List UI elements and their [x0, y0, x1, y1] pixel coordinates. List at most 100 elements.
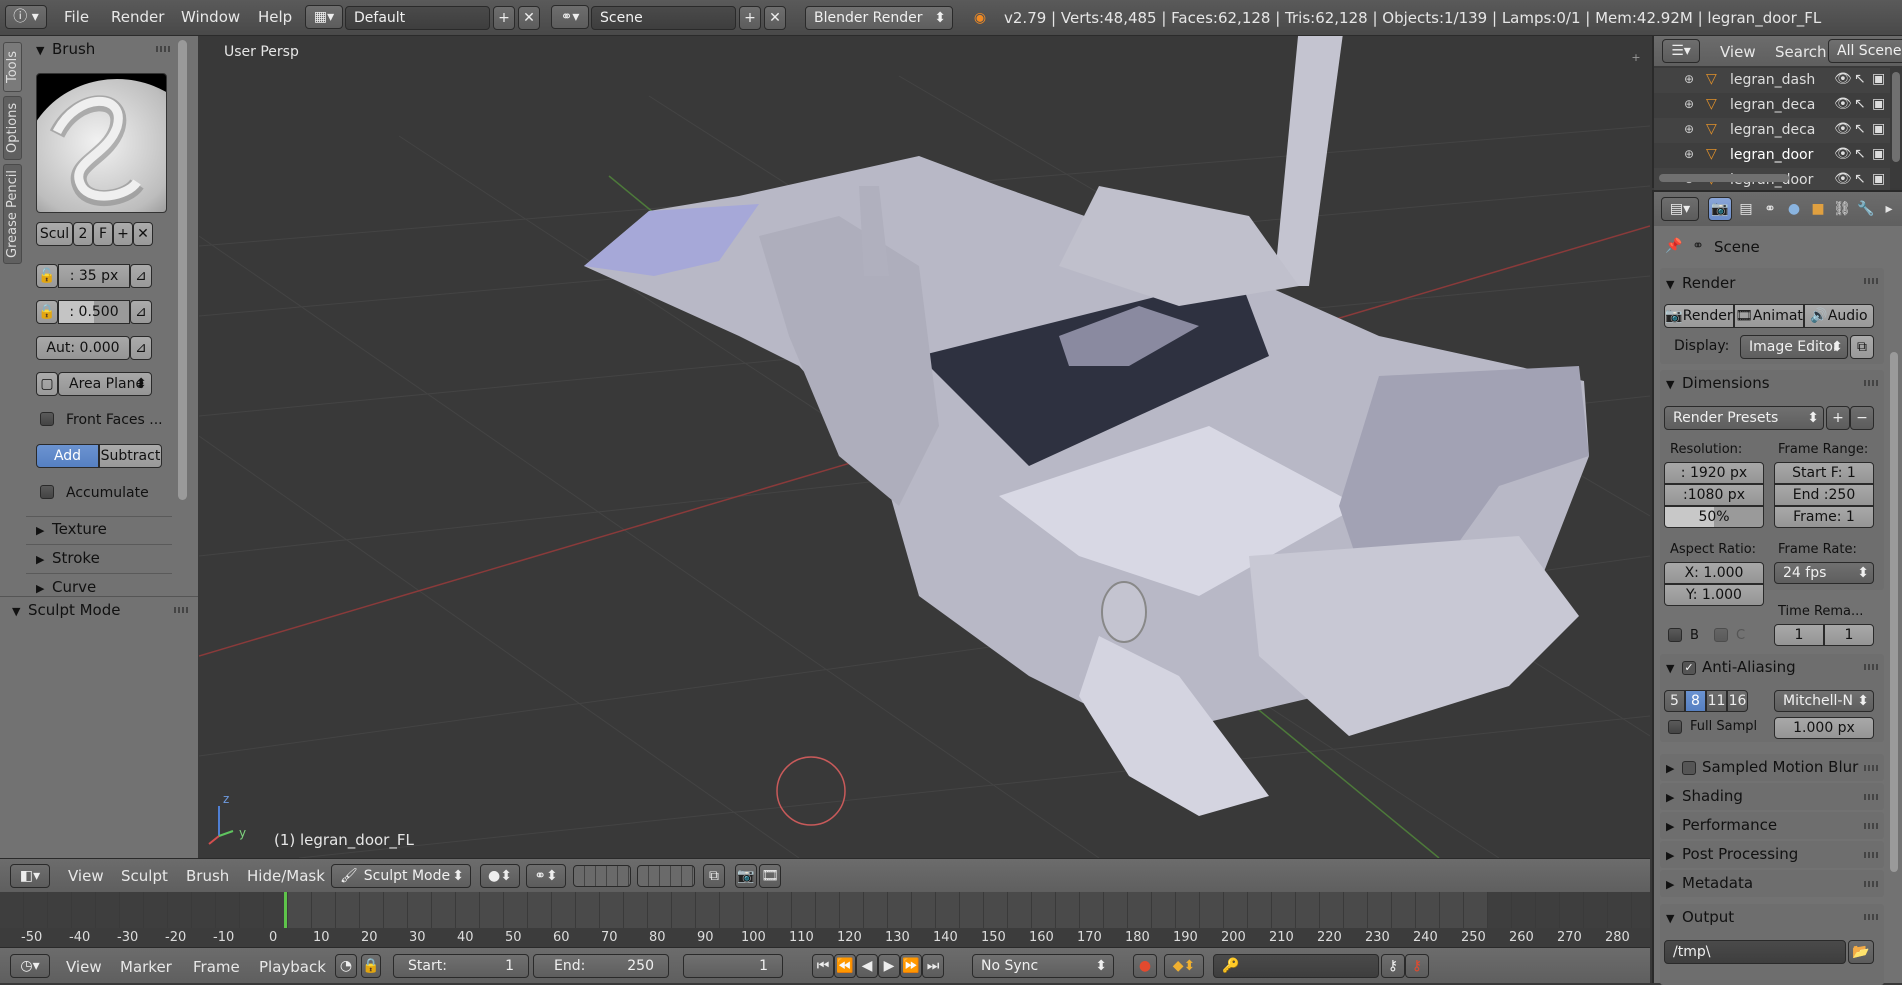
frame-rate-select[interactable]: 24 fps ⬍: [1774, 562, 1874, 584]
layers-grid-b[interactable]: [637, 865, 695, 887]
visibility-eye-icon[interactable]: 👁: [1834, 121, 1852, 137]
end-frame-prop-field[interactable]: End :250: [1774, 484, 1874, 506]
frame-step-field[interactable]: Frame: 1: [1774, 506, 1874, 528]
shading-select[interactable]: ●⬍: [480, 864, 520, 888]
add-preset-button[interactable]: +: [1826, 406, 1850, 430]
visibility-eye-icon[interactable]: 👁: [1834, 71, 1852, 87]
menu-marker[interactable]: Marker: [120, 958, 172, 976]
3d-viewport[interactable]: User Persp (1) legran_door_FL z y +: [199, 36, 1650, 858]
scene-field[interactable]: Scene: [591, 6, 736, 30]
world-icon[interactable]: ●: [1782, 197, 1806, 221]
lock-frame-icon[interactable]: 🔒: [361, 954, 381, 978]
collapsed-panel-header[interactable]: ▶ Shading: [1660, 783, 1884, 810]
opengl-anim-icon[interactable]: 🎞: [759, 864, 781, 888]
subtract-direction-button[interactable]: Subtract: [99, 444, 162, 468]
selectable-cursor-icon[interactable]: ↖: [1854, 96, 1866, 112]
menu-timeline-view[interactable]: View: [66, 958, 102, 976]
sculpt-plane-icon[interactable]: ▢: [36, 372, 58, 396]
tab-grease-pencil[interactable]: Grease Pencil: [3, 164, 22, 264]
outliner-hscroll[interactable]: [1659, 174, 1789, 182]
opengl-render-icon[interactable]: 📷: [735, 864, 757, 888]
screen-layout-icon[interactable]: ▦▾: [305, 5, 343, 29]
render-context-icon[interactable]: 📷: [1708, 197, 1732, 221]
resolution-percent-slider[interactable]: 50%: [1664, 506, 1764, 528]
render-layers-icon[interactable]: ▤: [1734, 197, 1758, 221]
jump-keyframe-forward-icon[interactable]: ⏩: [900, 954, 922, 978]
remap-old-field[interactable]: 1: [1774, 624, 1824, 646]
add-scene-button[interactable]: +: [739, 6, 761, 30]
aspect-y-field[interactable]: Y: 1.000: [1664, 584, 1764, 606]
aa-samples-16[interactable]: 16: [1727, 690, 1748, 712]
add-layout-button[interactable]: +: [493, 6, 515, 30]
remap-new-field[interactable]: 1: [1824, 624, 1874, 646]
texture-panel-header[interactable]: ▶ Texture: [36, 516, 107, 542]
renderable-camera-icon[interactable]: ▣: [1872, 171, 1885, 187]
render-panel-header[interactable]: ▼ Render: [1666, 270, 1735, 296]
menu-outliner-view[interactable]: View: [1720, 43, 1756, 61]
screen-layout-field[interactable]: Default: [345, 6, 490, 30]
filter-size-field[interactable]: 1.000 px: [1774, 717, 1874, 739]
scene-icon[interactable]: ⚭▾: [551, 5, 589, 29]
keying-set-field[interactable]: 🔑: [1213, 954, 1379, 978]
sculpt-plane-select[interactable]: Area Plane ⬍: [58, 372, 152, 396]
collapsed-panel-header[interactable]: ▶ Post Processing: [1660, 841, 1884, 868]
delete-layout-button[interactable]: ✕: [518, 6, 540, 30]
outliner-row[interactable]: ⊕ ▽ legran_deca 👁 ↖ ▣: [1654, 93, 1890, 118]
anti-aliasing-panel-header[interactable]: ▼ ✓ Anti-Aliasing: [1666, 654, 1796, 680]
new-brush-button[interactable]: +: [113, 222, 133, 246]
renderable-camera-icon[interactable]: ▣: [1872, 96, 1885, 112]
timeline-area[interactable]: [0, 892, 1650, 947]
front-faces-checkbox[interactable]: [40, 412, 54, 426]
menu-sculpt[interactable]: Sculpt: [121, 867, 168, 885]
output-path-field[interactable]: /tmp\: [1664, 940, 1846, 964]
menu-outliner-search[interactable]: Search: [1775, 43, 1827, 61]
renderable-camera-icon[interactable]: ▣: [1872, 121, 1885, 137]
menu-brush[interactable]: Brush: [186, 867, 229, 885]
current-frame-line[interactable]: [284, 892, 287, 928]
strength-pressure-icon[interactable]: ⊿: [130, 300, 152, 324]
selectable-cursor-icon[interactable]: ↖: [1854, 146, 1866, 162]
render-engine-select[interactable]: Blender Render ⬍: [805, 6, 953, 30]
collapsed-panel-header[interactable]: ▶ Performance: [1660, 812, 1884, 839]
start-frame-prop-field[interactable]: Start F: 1: [1774, 462, 1874, 484]
aspect-x-field[interactable]: X: 1.000: [1664, 562, 1764, 584]
selectable-cursor-icon[interactable]: ↖: [1854, 121, 1866, 137]
autosmooth-pressure-icon[interactable]: ⊿: [130, 336, 152, 360]
editor-type-info-button[interactable]: ⓘ ▾: [5, 5, 47, 29]
delete-scene-button[interactable]: ✕: [764, 6, 786, 30]
selectable-cursor-icon[interactable]: ↖: [1854, 171, 1866, 187]
menu-view[interactable]: View: [68, 867, 104, 885]
tab-options[interactable]: Options: [3, 96, 22, 160]
end-frame-field[interactable]: End: 250: [533, 954, 669, 978]
sculpt-mode-panel-header[interactable]: ▼ Sculpt Mode: [12, 597, 120, 623]
renderable-camera-icon[interactable]: ▣: [1872, 71, 1885, 87]
menu-file[interactable]: File: [64, 8, 89, 26]
editor-type-outliner-button[interactable]: ☰▾: [1662, 39, 1700, 63]
pin-icon[interactable]: 📌: [1664, 236, 1684, 256]
brush-preview[interactable]: [36, 73, 167, 213]
visibility-eye-icon[interactable]: 👁: [1834, 171, 1852, 187]
autosmooth-slider[interactable]: Aut: 0.000: [36, 336, 130, 360]
dimensions-panel-header[interactable]: ▼ Dimensions: [1666, 370, 1770, 396]
layers-grid-a[interactable]: [573, 865, 631, 887]
object-icon[interactable]: ■: [1806, 197, 1830, 221]
editor-type-timeline-button[interactable]: ◷▾: [10, 954, 50, 978]
menu-window[interactable]: Window: [181, 8, 240, 26]
editor-type-properties-button[interactable]: ▤▾: [1661, 197, 1699, 221]
selectable-cursor-icon[interactable]: ↖: [1854, 71, 1866, 87]
aa-samples-5[interactable]: 5: [1664, 690, 1685, 712]
border-checkbox[interactable]: [1668, 628, 1682, 642]
expand-icon[interactable]: ⊕: [1684, 122, 1694, 136]
brush-panel-header[interactable]: ▼ Brush: [36, 36, 95, 62]
accumulate-checkbox[interactable]: [40, 485, 54, 499]
browse-output-icon[interactable]: 📂: [1848, 940, 1874, 964]
properties-scrollbar[interactable]: [1890, 352, 1898, 872]
radius-pressure-icon[interactable]: ⊿: [130, 264, 152, 288]
auto-key-record-icon[interactable]: ●: [1133, 954, 1157, 978]
more-contexts-icon[interactable]: ▸: [1878, 197, 1900, 221]
aa-filter-select[interactable]: Mitchell-N ⬍: [1774, 690, 1874, 712]
brush-fake-user-button[interactable]: F: [93, 222, 113, 246]
menu-frame[interactable]: Frame: [193, 958, 240, 976]
curve-panel-header[interactable]: ▶ Curve: [36, 574, 96, 594]
menu-playback[interactable]: Playback: [259, 958, 326, 976]
